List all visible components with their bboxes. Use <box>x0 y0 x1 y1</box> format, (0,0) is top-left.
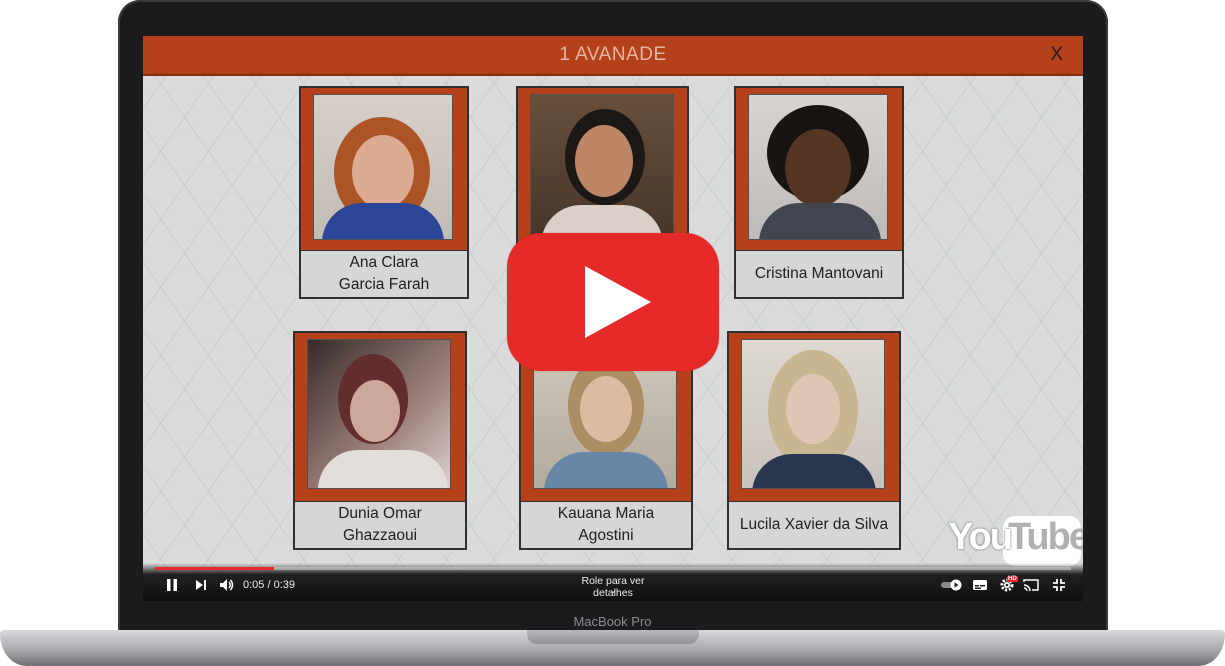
chevron-down-icon: ⌄ <box>609 585 618 596</box>
progress-bar[interactable] <box>155 567 1071 570</box>
pause-icon[interactable] <box>165 578 179 592</box>
progress-fill <box>155 567 275 570</box>
exit-fullscreen-icon[interactable] <box>1052 578 1066 592</box>
next-icon[interactable] <box>195 579 207 591</box>
captions-icon[interactable] <box>972 578 988 592</box>
laptop-notch <box>527 630 699 644</box>
play-icon <box>585 266 651 338</box>
video-screen[interactable]: 1 AVANADE X Ana Clara Garcia Farah Crist… <box>143 36 1083 601</box>
autoplay-toggle[interactable] <box>941 579 963 591</box>
device-model-label: MacBook Pro <box>573 614 652 629</box>
play-button[interactable] <box>507 233 719 371</box>
time-display: 0:05 / 0:39 <box>243 579 295 591</box>
youtube-logo[interactable]: You Tube <box>948 514 1083 569</box>
volume-icon[interactable] <box>219 577 235 593</box>
cast-icon[interactable] <box>1023 578 1039 592</box>
hd-badge: HD <box>1007 576 1018 582</box>
